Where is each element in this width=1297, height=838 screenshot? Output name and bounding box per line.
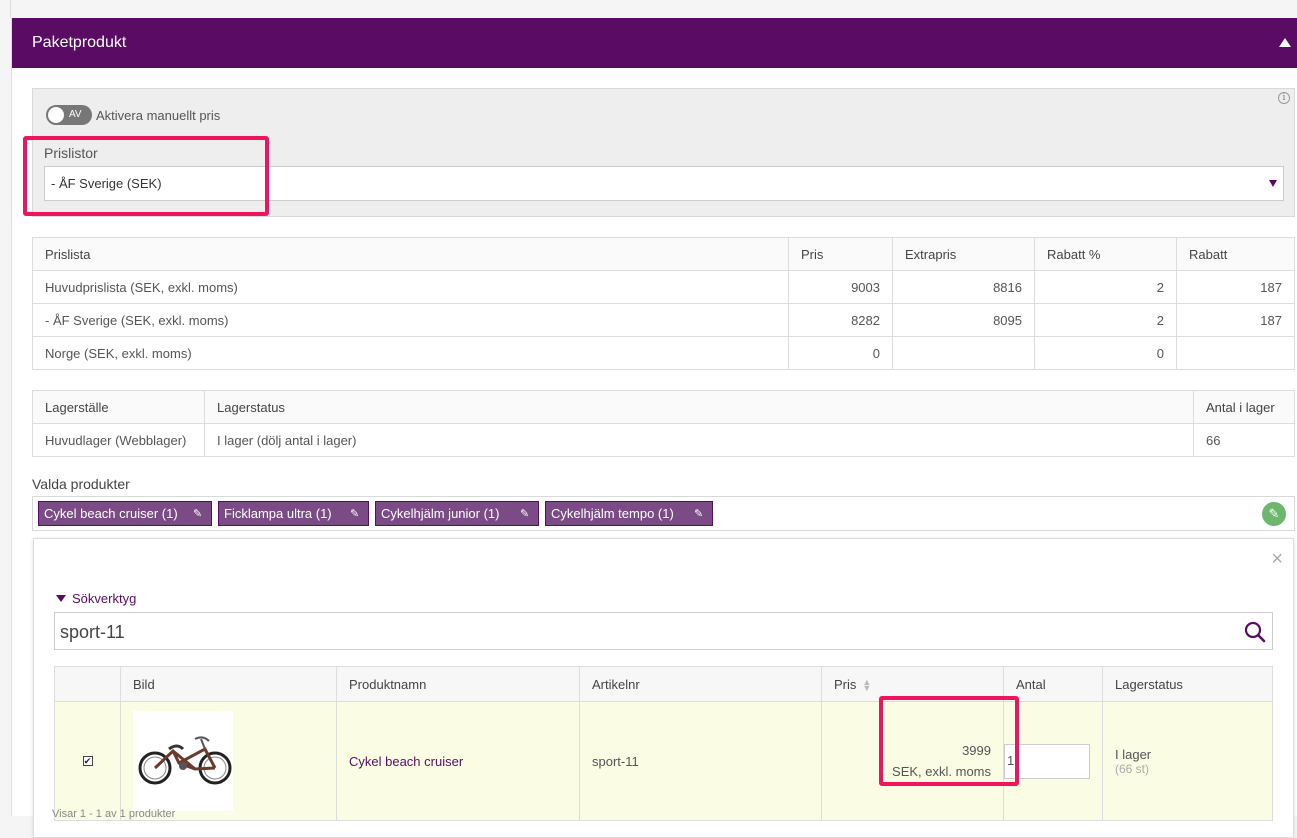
- cell: Norge (SEK, exkl. moms): [32, 336, 789, 370]
- results-count-text: Visar 1 - 1 av 1 produkter: [52, 808, 176, 820]
- product-search-panel: × Sökverktyg sport-11 Bild Produktnamn A…: [33, 538, 1294, 838]
- product-image: [133, 711, 233, 811]
- search-results-table: Bild Produktnamn Artikelnr Pris ▲ ▼ Antal …: [54, 666, 1273, 821]
- table-row[interactable]: ✔ Cykel beach cruiser sport-11 3999 SEK,…: [54, 701, 1273, 821]
- col-header: Lagerställe: [32, 390, 205, 424]
- col-header: Produktnamn: [336, 666, 580, 702]
- table-row: - ÅF Sverige (SEK, exkl. moms) 8282 8095…: [32, 303, 1295, 337]
- cell: 0: [1034, 336, 1177, 370]
- panel-title: Paketprodukt: [32, 34, 127, 51]
- row-checkbox[interactable]: ✔: [82, 756, 93, 766]
- edit-pencil-icon[interactable]: ✎: [1262, 502, 1286, 526]
- manual-price-toggle[interactable]: AV: [46, 105, 92, 125]
- col-header: Pris: [788, 237, 893, 271]
- cell: 187: [1176, 270, 1295, 304]
- bicycle-icon: [138, 736, 232, 785]
- table-header-row: Lagerställe Lagerstatus Antal i lager: [32, 390, 1295, 424]
- toggle-knob: [48, 107, 64, 123]
- col-header: Artikelnr: [579, 666, 822, 702]
- col-header: Antal i lager: [1193, 390, 1295, 424]
- cell: Huvudprislista (SEK, exkl. moms): [32, 270, 789, 304]
- stock-status: I lager: [1115, 746, 1152, 762]
- cell: 0: [788, 336, 893, 370]
- highlight-box-prislistor: [23, 136, 269, 216]
- cell: I lager (dölj antal i lager): [204, 423, 1194, 457]
- cell: 8282: [788, 303, 893, 337]
- package-product-panel: Paketprodukt i AV Aktivera manuellt pris…: [11, 18, 1297, 838]
- pencil-icon[interactable]: ✎: [520, 508, 532, 520]
- col-header: Prislista: [32, 237, 789, 271]
- search-tools-toggle[interactable]: Sökverktyg: [56, 591, 136, 606]
- price-list-table: Prislista Pris Extrapris Rabatt % Rabatt…: [32, 237, 1295, 370]
- cell: [892, 336, 1035, 370]
- col-header: Lagerstatus: [204, 390, 1194, 424]
- chevron-down-icon: [1269, 180, 1277, 187]
- stock-count: (66 st): [1115, 761, 1150, 776]
- pencil-icon[interactable]: ✎: [350, 508, 362, 520]
- product-name-cell: Cykel beach cruiser: [336, 701, 580, 821]
- product-name-link[interactable]: Cykel beach cruiser: [349, 754, 463, 769]
- col-header: Lagerstatus: [1102, 666, 1273, 702]
- tag-label: Cykel beach cruiser (1): [44, 506, 178, 521]
- tag-label: Ficklampa ultra (1): [224, 506, 332, 521]
- product-tag[interactable]: Cykel beach cruiser (1) ✎: [38, 501, 212, 526]
- table-row: Huvudlager (Webblager) I lager (dölj ant…: [32, 423, 1295, 457]
- collapse-up-icon[interactable]: [1279, 38, 1291, 47]
- search-query: sport-11: [60, 622, 125, 642]
- stock-cell: I lager (66 st): [1102, 701, 1273, 821]
- col-header: Rabatt %: [1034, 237, 1177, 271]
- pencil-icon[interactable]: ✎: [193, 508, 205, 520]
- search-input[interactable]: sport-11: [54, 612, 1273, 650]
- close-icon[interactable]: ×: [1271, 549, 1283, 569]
- table-header-row: Prislista Pris Extrapris Rabatt % Rabatt: [32, 237, 1295, 271]
- cell: 187: [1176, 303, 1295, 337]
- manual-price-label: Aktivera manuellt pris: [96, 108, 221, 123]
- cell: 66: [1193, 423, 1295, 457]
- col-header: Bild: [120, 666, 337, 702]
- sort-icon[interactable]: ▲ ▼: [862, 678, 871, 693]
- panel-header[interactable]: Paketprodukt: [12, 18, 1297, 68]
- table-header-row: Bild Produktnamn Artikelnr Pris ▲ ▼ Antal …: [54, 666, 1273, 702]
- left-border: [10, 0, 11, 18]
- selected-products-label: Valda produkter: [32, 476, 130, 492]
- sku-cell: sport-11: [579, 701, 822, 821]
- caret-down-icon: [56, 595, 66, 602]
- stock-table: Lagerställe Lagerstatus Antal i lager Hu…: [32, 390, 1295, 457]
- table-row: Norge (SEK, exkl. moms) 0 0: [32, 336, 1295, 370]
- table-row: Huvudprislista (SEK, exkl. moms) 9003 88…: [32, 270, 1295, 304]
- cell: 8095: [892, 303, 1035, 337]
- toggle-state: AV: [69, 109, 82, 120]
- cell: [1176, 336, 1295, 370]
- cell: 9003: [788, 270, 893, 304]
- pencil-icon[interactable]: ✎: [694, 508, 706, 520]
- tag-label: Cykelhjälm junior (1): [381, 506, 500, 521]
- product-tag[interactable]: Cykelhjälm junior (1) ✎: [375, 501, 539, 526]
- cell: - ÅF Sverige (SEK, exkl. moms): [32, 303, 789, 337]
- col-header: Rabatt: [1176, 237, 1295, 271]
- cell: 8816: [892, 270, 1035, 304]
- product-tag[interactable]: Ficklampa ultra (1) ✎: [218, 501, 369, 526]
- cell: Huvudlager (Webblager): [32, 423, 205, 457]
- cell: 2: [1034, 303, 1177, 337]
- selected-products-tags: Cykel beach cruiser (1) ✎ Ficklampa ultr…: [32, 496, 1295, 531]
- highlight-box-price: [879, 696, 1019, 786]
- cell: 2: [1034, 270, 1177, 304]
- select-cell: ✔: [54, 701, 121, 821]
- col-header-label: Pris: [834, 676, 857, 692]
- search-tools-label: Sökverktyg: [72, 591, 137, 606]
- col-header: Extrapris: [892, 237, 1035, 271]
- product-tag[interactable]: Cykelhjälm tempo (1) ✎: [545, 501, 713, 526]
- image-cell: [120, 701, 337, 821]
- tag-label: Cykelhjälm tempo (1): [551, 506, 674, 521]
- col-header-select: [54, 666, 121, 702]
- search-icon[interactable]: [1244, 621, 1266, 643]
- info-icon[interactable]: i: [1278, 92, 1290, 104]
